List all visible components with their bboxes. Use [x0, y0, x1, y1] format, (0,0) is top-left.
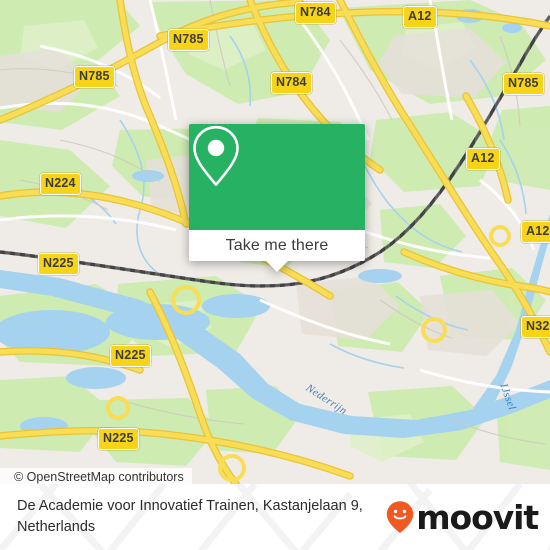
popup-header	[189, 124, 365, 230]
road-shield: N224	[40, 173, 81, 195]
location-address: De Academie voor Innovatief Trainen, Kas…	[17, 498, 363, 535]
road-shield: N785	[74, 66, 115, 88]
footer-bar: De Academie voor Innovatief Trainen, Kas…	[0, 484, 550, 550]
moovit-smiley-pin-icon	[387, 501, 414, 533]
moovit-wordmark: moovit	[416, 497, 539, 537]
road-shield: N225	[98, 428, 139, 450]
road-shield: N784	[271, 72, 312, 94]
road-shield: N225	[38, 253, 79, 275]
map-attribution[interactable]: © OpenStreetMap contributors	[0, 468, 192, 484]
road-shield: N785	[168, 29, 209, 51]
moovit-logo[interactable]: moovit	[385, 497, 539, 537]
take-me-there-button[interactable]: Take me there	[189, 230, 365, 272]
popup-pointer-tail	[266, 261, 288, 272]
road-shield: A12	[521, 221, 550, 243]
road-shield: A12	[403, 6, 437, 28]
take-me-there-label: Take me there	[225, 236, 329, 254]
road-shield: N785	[503, 73, 544, 95]
road-shield: A12	[466, 148, 500, 170]
road-shield: N32	[521, 316, 550, 338]
map-result-screen: N784 A12 N785 N785 N784 N785 A12 N224 A12 N225 N32…	[0, 0, 550, 550]
destination-popup[interactable]: Take me there	[189, 124, 365, 272]
road-shield: N225	[110, 345, 151, 367]
road-shield: N784	[295, 2, 336, 24]
map-pin-icon	[193, 125, 239, 186]
map-canvas[interactable]: N784 A12 N785 N785 N784 N785 A12 N224 A12 N225 N32…	[0, 0, 550, 484]
